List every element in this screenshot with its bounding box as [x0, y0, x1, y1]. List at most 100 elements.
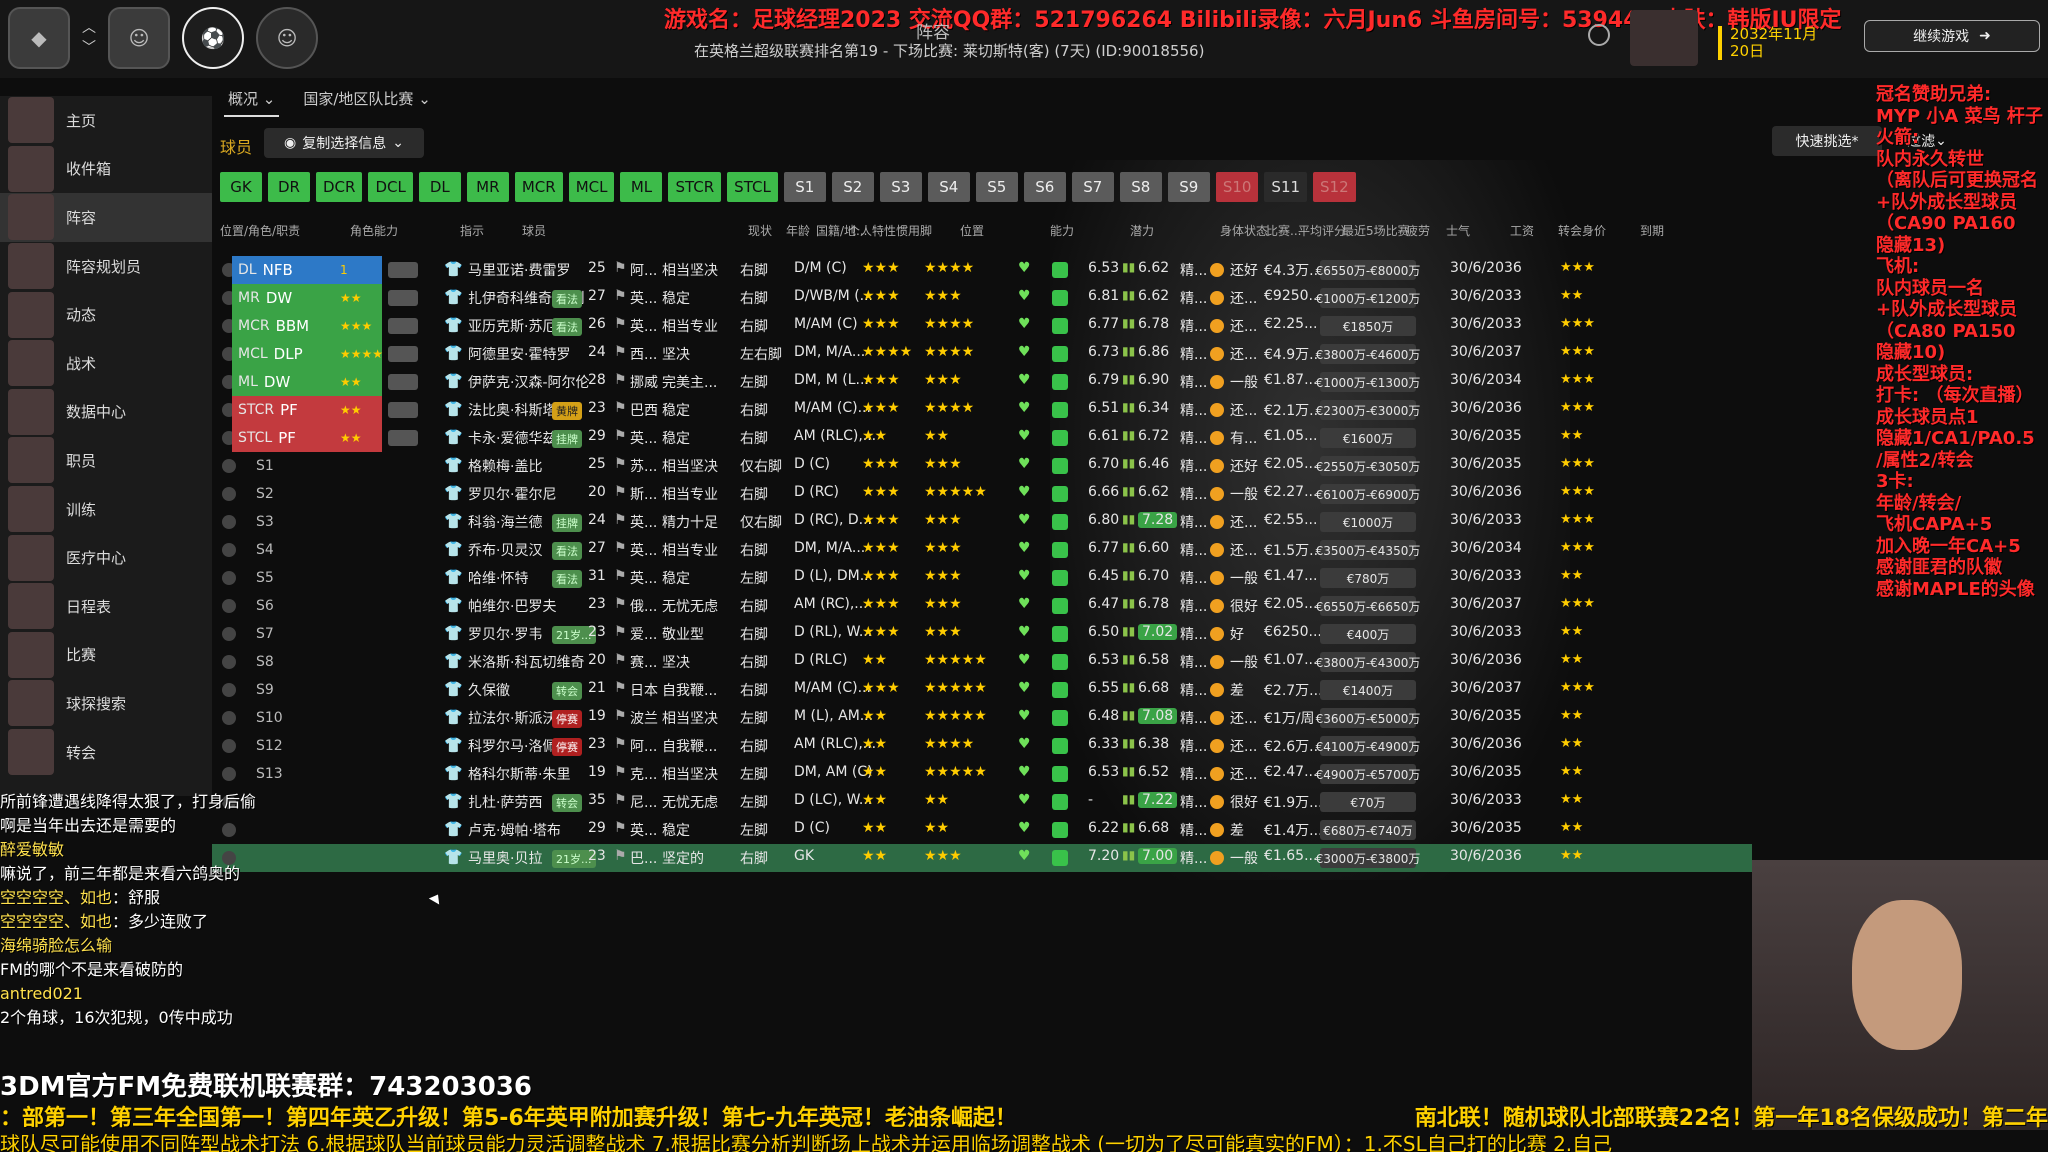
table-row[interactable]: STCR PF ★★ 👕 法比奥·科斯塔 黄牌 23 ⚑ 巴西 稳定 右脚 M/…: [212, 396, 1752, 424]
role-code[interactable]: NFB: [263, 261, 293, 279]
position-cell[interactable]: S13: [232, 760, 332, 788]
position-button[interactable]: S4: [927, 172, 970, 202]
sidebar-item[interactable]: 医疗中心: [0, 533, 212, 582]
instructions-icon[interactable]: [388, 290, 418, 306]
shield-badge-icon[interactable]: ◆: [8, 7, 70, 69]
position-button[interactable]: ML: [620, 172, 663, 202]
avatar-badge-icon[interactable]: ☺: [108, 7, 170, 69]
player-name[interactable]: 罗贝尔·霍尔尼: [468, 484, 593, 504]
table-row[interactable]: MCL DLP ★★★★ 👕 阿德里安·霍特罗 24 ⚑ 西... 坚决 左右脚…: [212, 340, 1752, 368]
tab-overview[interactable]: 概况 ⌄: [224, 84, 280, 117]
position-cell[interactable]: S8: [232, 648, 332, 676]
position-button[interactable]: S3: [879, 172, 922, 202]
table-row[interactable]: MR DW ★★ 👕 扎伊奇科维奇·杜列 看法 27 ⚑ 英... 稳定 右脚 …: [212, 284, 1752, 312]
position-button[interactable]: MR: [466, 172, 509, 202]
position-button[interactable]: S9: [1167, 172, 1210, 202]
table-row[interactable]: S10 👕 拉法尔·斯派沃克 停赛 19 ⚑ 波兰 相当坚决 左脚 M (L),…: [212, 704, 1752, 732]
instructions-icon[interactable]: [388, 318, 418, 334]
chevron-down-icon[interactable]: ﹀: [82, 38, 96, 58]
position-button[interactable]: S5: [975, 172, 1018, 202]
table-row[interactable]: S8 👕 米洛斯·科瓦切维奇 20 ⚑ 赛... 坚决 右脚 D (RLC) ★…: [212, 648, 1752, 676]
table-row[interactable]: S2 👕 罗贝尔·霍尔尼 20 ⚑ 斯... 相当专业 右脚 D (RC) ★★…: [212, 480, 1752, 508]
column-header[interactable]: 疲劳: [1406, 222, 1430, 239]
position-button[interactable]: S6: [1023, 172, 1066, 202]
position-button[interactable]: S12: [1313, 172, 1356, 202]
position-cell[interactable]: STCR PF: [232, 396, 332, 424]
table-row[interactable]: S4 👕 乔布·贝灵汉 看法 27 ⚑ 英... 相当专业 右脚 DM, M/A…: [212, 536, 1752, 564]
column-header[interactable]: 惯用脚: [896, 222, 932, 239]
position-button[interactable]: MCL: [568, 172, 615, 202]
sidebar-item[interactable]: 收件箱: [0, 145, 212, 194]
position-cell[interactable]: MR DW: [232, 284, 332, 312]
instructions-icon[interactable]: [388, 402, 418, 418]
club-crest-icon[interactable]: ⚽: [182, 7, 244, 69]
position-button[interactable]: S2: [831, 172, 874, 202]
sidebar-item[interactable]: 动态: [0, 290, 212, 339]
player-name[interactable]: 马里亚诺·费雷罗: [468, 260, 593, 280]
position-cell[interactable]: ML DW: [232, 368, 332, 396]
position-cell[interactable]: S2: [232, 480, 332, 508]
instructions-icon[interactable]: [388, 374, 418, 390]
table-row[interactable]: S7 👕 罗贝尔·罗韦 21岁... 23 ⚑ 爱... 敬业型 右脚 D (R…: [212, 620, 1752, 648]
column-header[interactable]: 最近5场比赛: [1342, 222, 1410, 239]
sidebar-item[interactable]: 战术: [0, 339, 212, 388]
column-header[interactable]: 转会身价: [1558, 222, 1606, 239]
chevron-up-icon[interactable]: ︿: [82, 18, 96, 38]
position-cell[interactable]: S9: [232, 676, 332, 704]
position-button[interactable]: S10: [1215, 172, 1259, 202]
table-row[interactable]: S3 👕 科翁·海兰德 挂牌 24 ⚑ 英... 精力十足 仅右脚 D (RC)…: [212, 508, 1752, 536]
role-code[interactable]: DW: [266, 289, 292, 307]
table-row[interactable]: S6 👕 帕维尔·巴罗夫 23 ⚑ 俄... 无忧无虑 右脚 AM (RC),.…: [212, 592, 1752, 620]
player-name[interactable]: 伊萨克·汉森-阿尔伦: [468, 372, 593, 392]
table-row[interactable]: S12 👕 科罗尔马·洛佩斯 停赛 23 ⚑ 阿... 自我鞭... 右脚 AM…: [212, 732, 1752, 760]
continue-game-button[interactable]: 继续游戏 ➜: [1864, 20, 2040, 52]
manager-avatar[interactable]: ☺: [256, 7, 318, 69]
position-cell[interactable]: S4: [232, 536, 332, 564]
position-cell[interactable]: S1: [232, 452, 332, 480]
column-header[interactable]: 比赛...: [1266, 222, 1301, 239]
position-cell[interactable]: MCR BBM: [232, 312, 332, 340]
column-header[interactable]: 年龄: [786, 222, 810, 239]
sidebar-item[interactable]: 阵容: [0, 193, 212, 242]
column-header[interactable]: 士气: [1446, 222, 1470, 239]
table-row[interactable]: MCR BBM ★★★ 👕 亚历克斯·苏厄德 看法 26 ⚑ 英... 相当专业…: [212, 312, 1752, 340]
instructions-icon[interactable]: [388, 346, 418, 362]
position-cell[interactable]: DL NFB: [232, 256, 332, 284]
profile-avatar[interactable]: [1630, 10, 1698, 66]
sidebar-item[interactable]: 职员: [0, 436, 212, 485]
position-button[interactable]: S8: [1119, 172, 1162, 202]
sidebar-item[interactable]: 训练: [0, 485, 212, 534]
column-header[interactable]: 球员: [522, 222, 546, 239]
column-header[interactable]: 能力: [1050, 222, 1074, 239]
position-button[interactable]: STCR: [668, 172, 722, 202]
sidebar-item[interactable]: 阵容规划员: [0, 242, 212, 291]
column-header[interactable]: 位置/角色/职责: [220, 222, 300, 239]
instructions-icon[interactable]: [388, 430, 418, 446]
position-button[interactable]: DL: [418, 172, 461, 202]
column-header[interactable]: 个人特性: [848, 222, 896, 239]
column-header[interactable]: 到期: [1640, 222, 1664, 239]
role-code[interactable]: PF: [278, 429, 296, 447]
position-cell[interactable]: STCL PF: [232, 424, 332, 452]
player-name[interactable]: 格赖梅·盖比: [468, 456, 593, 476]
role-code[interactable]: PF: [280, 401, 298, 419]
sidebar-item[interactable]: 数据中心: [0, 388, 212, 437]
player-name[interactable]: 卢克·姆帕·塔布: [468, 820, 593, 840]
table-row[interactable]: 👕 马里奥·贝拉 21岁... 23 ⚑ 巴... 坚定的 右脚 GK ★★ ★…: [212, 844, 1752, 872]
column-header[interactable]: 现状: [748, 222, 772, 239]
club-switcher-arrows[interactable]: ︿ ﹀: [82, 18, 96, 58]
position-button[interactable]: DCR: [316, 172, 363, 202]
table-row[interactable]: DL NFB 1 👕 马里亚诺·费雷罗 25 ⚑ 阿... 相当坚决 右脚 D/…: [212, 256, 1752, 284]
role-code[interactable]: DLP: [274, 345, 303, 363]
sidebar-item[interactable]: 转会: [0, 728, 212, 777]
sidebar-item[interactable]: 比赛: [0, 631, 212, 680]
sidebar-item[interactable]: 主页: [0, 96, 212, 145]
position-button[interactable]: S7: [1071, 172, 1114, 202]
position-cell[interactable]: S10: [232, 704, 332, 732]
sidebar-item[interactable]: 日程表: [0, 582, 212, 631]
table-row[interactable]: S9 👕 久保徹 转会 21 ⚑ 日本 自我鞭... 右脚 M/AM (C)..…: [212, 676, 1752, 704]
position-button[interactable]: MCR: [514, 172, 563, 202]
position-cell[interactable]: S3: [232, 508, 332, 536]
role-code[interactable]: DW: [264, 373, 290, 391]
position-button[interactable]: S11: [1264, 172, 1308, 202]
